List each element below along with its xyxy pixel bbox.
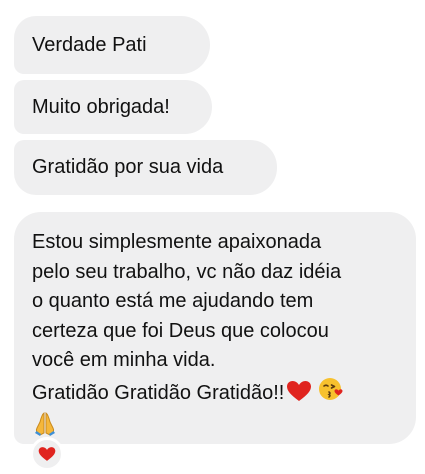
reaction-badge[interactable]	[30, 437, 64, 471]
message-text: Gratidão por sua vida	[32, 156, 224, 178]
message-bubble[interactable]: Gratidão por sua vida	[14, 140, 277, 195]
message-thread: Verdade Pati Muito obrigada! Gratidão po…	[0, 0, 425, 474]
red-heart-icon	[286, 380, 312, 412]
message-text: Verdade Pati	[32, 33, 147, 56]
message-text: Muito obrigada!	[32, 95, 170, 118]
message-bubble[interactable]: Verdade Pati	[14, 16, 210, 74]
face-blowing-kiss-icon	[318, 376, 344, 412]
message-bubble[interactable]: Muito obrigada!	[14, 80, 212, 134]
red-heart-icon	[38, 446, 56, 462]
message-bubble[interactable]: Estou simplesmente apaixonada pelo seu t…	[14, 212, 416, 444]
message-text: Estou simplesmente apaixonada pelo seu t…	[32, 231, 342, 404]
